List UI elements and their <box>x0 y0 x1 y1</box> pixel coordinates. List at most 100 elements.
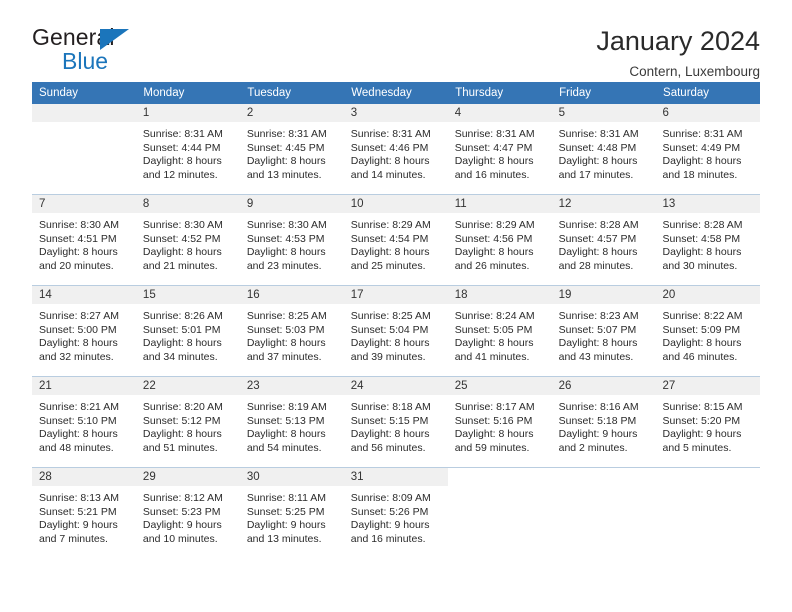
sunrise-text: Sunrise: 8:26 AM <box>142 310 223 322</box>
calendar-page: General Blue January 2024 Contern, Luxem… <box>0 0 792 612</box>
sunset-text: Sunset: 5:09 PM <box>662 323 741 336</box>
day-cell[interactable]: 31 Sunrise: 8:09 AM Sunset: 5:26 PM Dayligh… <box>343 467 448 558</box>
day-cell[interactable]: 23 Sunrise: 8:19 AM Sunset: 5:13 PM Dayligh… <box>239 376 344 468</box>
day-cell[interactable]: 30 Sunrise: 8:11 AM Sunset: 5:25 PM Dayligh… <box>239 467 344 558</box>
day-number: 17 <box>343 286 448 304</box>
day-cell[interactable]: 1 Sunrise: 8:31 AM Sunset: 4:44 PM Daylight… <box>135 104 240 195</box>
sunrise-text: Sunrise: 8:20 AM <box>142 401 223 413</box>
day-info: Sunrise: 8:26 AM Sunset: 5:01 PM Daylight:… <box>136 304 240 364</box>
daylight-text-line1: Daylight: 8 hours <box>350 246 430 259</box>
day-cell[interactable]: 7 Sunrise: 8:30 AM Sunset: 4:51 PM Daylight… <box>32 194 136 286</box>
day-cell[interactable]: 26 Sunrise: 8:16 AM Sunset: 5:18 PM Dayligh… <box>551 376 656 468</box>
day-cell[interactable]: 5 Sunrise: 8:31 AM Sunset: 4:48 PM Daylight… <box>551 104 656 195</box>
day-cell[interactable]: 19 Sunrise: 8:23 AM Sunset: 5:07 PM Dayligh… <box>551 285 656 377</box>
sunset-text: Sunset: 5:20 PM <box>662 414 741 427</box>
day-info: Sunrise: 8:29 AM Sunset: 4:54 PM Daylight:… <box>344 213 448 273</box>
daylight-text-line1: Daylight: 9 hours <box>39 519 118 532</box>
day-cell[interactable]: 4 Sunrise: 8:31 AM Sunset: 4:47 PM Daylight… <box>447 104 552 195</box>
sunrise-text: Sunrise: 8:28 AM <box>558 219 639 231</box>
daylight-text-line2: and 37 minutes. <box>246 350 322 363</box>
day-info: Sunrise: 8:31 AM Sunset: 4:49 PM Daylight:… <box>656 122 760 182</box>
daylight-text-line1: Daylight: 8 hours <box>350 337 430 350</box>
day-cell[interactable]: 17 Sunrise: 8:25 AM Sunset: 5:04 PM Dayligh… <box>343 285 448 377</box>
day-info: Sunrise: 8:30 AM Sunset: 4:53 PM Daylight:… <box>240 213 344 273</box>
day-cell[interactable]: 9 Sunrise: 8:30 AM Sunset: 4:53 PM Daylight… <box>239 194 344 286</box>
sunrise-text: Sunrise: 8:29 AM <box>350 219 431 231</box>
week-row: 28 Sunrise: 8:13 AM Sunset: 5:21 PM Dayligh… <box>32 467 760 558</box>
day-cell[interactable]: 14 Sunrise: 8:27 AM Sunset: 5:00 PM Dayligh… <box>32 285 136 377</box>
day-cell[interactable]: 6 Sunrise: 8:31 AM Sunset: 4:49 PM Daylight… <box>655 104 760 195</box>
sunset-text: Sunset: 4:53 PM <box>246 232 325 245</box>
day-number: 21 <box>32 377 136 395</box>
day-info: Sunrise: 8:30 AM Sunset: 4:52 PM Daylight:… <box>136 213 240 273</box>
brand-logo[interactable]: General Blue <box>32 26 232 78</box>
day-cell[interactable]: 25 Sunrise: 8:17 AM Sunset: 5:16 PM Dayligh… <box>447 376 552 468</box>
day-info: Sunrise: 8:16 AM Sunset: 5:18 PM Daylight:… <box>552 395 656 455</box>
day-number: 30 <box>239 468 344 486</box>
daylight-text-line2: and 28 minutes. <box>558 259 634 272</box>
daylight-text-line1: Daylight: 9 hours <box>142 519 222 532</box>
day-number: 6 <box>655 104 760 122</box>
day-number: 19 <box>551 286 656 304</box>
day-cell[interactable]: 28 Sunrise: 8:13 AM Sunset: 5:21 PM Dayligh… <box>32 467 136 558</box>
day-cell[interactable]: 18 Sunrise: 8:24 AM Sunset: 5:05 PM Dayligh… <box>447 285 552 377</box>
day-cell[interactable]: 12 Sunrise: 8:28 AM Sunset: 4:57 PM Dayligh… <box>551 194 656 286</box>
sunrise-text: Sunrise: 8:31 AM <box>350 128 431 140</box>
sunrise-text: Sunrise: 8:30 AM <box>39 219 119 231</box>
sunrise-text: Sunrise: 8:27 AM <box>39 310 119 322</box>
day-cell[interactable]: 15 Sunrise: 8:26 AM Sunset: 5:01 PM Dayligh… <box>135 285 240 377</box>
weekday-header-wednesday: Wednesday <box>343 82 449 104</box>
day-cell[interactable] <box>551 467 656 558</box>
day-number: 14 <box>32 286 136 304</box>
day-cell[interactable]: 24 Sunrise: 8:18 AM Sunset: 5:15 PM Dayligh… <box>343 376 448 468</box>
day-cell[interactable]: 16 Sunrise: 8:25 AM Sunset: 5:03 PM Dayligh… <box>239 285 344 377</box>
week-row: 14 Sunrise: 8:27 AM Sunset: 5:00 PM Dayligh… <box>32 285 760 377</box>
day-cell[interactable]: 11 Sunrise: 8:29 AM Sunset: 4:56 PM Dayligh… <box>447 194 552 286</box>
sunset-text: Sunset: 5:04 PM <box>350 323 429 336</box>
sunrise-text: Sunrise: 8:30 AM <box>142 219 223 231</box>
weekday-header-tuesday: Tuesday <box>239 82 345 104</box>
day-info: Sunrise: 8:31 AM Sunset: 4:48 PM Daylight:… <box>552 122 656 182</box>
day-cell[interactable]: 20 Sunrise: 8:22 AM Sunset: 5:09 PM Dayligh… <box>655 285 760 377</box>
sunrise-text: Sunrise: 8:30 AM <box>246 219 327 231</box>
day-cell[interactable] <box>447 467 552 558</box>
day-info: Sunrise: 8:25 AM Sunset: 5:04 PM Daylight:… <box>344 304 448 364</box>
sunrise-text: Sunrise: 8:18 AM <box>350 401 431 413</box>
day-info: Sunrise: 8:13 AM Sunset: 5:21 PM Daylight:… <box>32 486 136 546</box>
day-info: Sunrise: 8:23 AM Sunset: 5:07 PM Daylight:… <box>552 304 656 364</box>
day-cell[interactable]: 13 Sunrise: 8:28 AM Sunset: 4:58 PM Dayligh… <box>655 194 760 286</box>
day-number: 1 <box>135 104 240 122</box>
daylight-text-line2: and 17 minutes. <box>558 168 634 181</box>
day-cell[interactable]: 29 Sunrise: 8:12 AM Sunset: 5:23 PM Dayligh… <box>135 467 240 558</box>
page-header: General Blue January 2024 Contern, Luxem… <box>32 0 760 80</box>
calendar-body: 1 Sunrise: 8:31 AM Sunset: 4:44 PM Daylight… <box>32 104 760 558</box>
daylight-text-line1: Daylight: 8 hours <box>142 428 222 441</box>
weekday-header-friday: Friday <box>551 82 657 104</box>
day-number: 28 <box>32 468 136 486</box>
sunrise-text: Sunrise: 8:21 AM <box>39 401 119 413</box>
daylight-text-line2: and 34 minutes. <box>142 350 218 363</box>
day-cell[interactable] <box>32 104 136 195</box>
weekday-header-thursday: Thursday <box>447 82 553 104</box>
day-cell[interactable] <box>655 467 760 558</box>
day-info: Sunrise: 8:28 AM Sunset: 4:57 PM Daylight:… <box>552 213 656 273</box>
sunrise-text: Sunrise: 8:19 AM <box>246 401 327 413</box>
daylight-text-line1: Daylight: 8 hours <box>454 246 534 259</box>
day-cell[interactable]: 8 Sunrise: 8:30 AM Sunset: 4:52 PM Daylight… <box>135 194 240 286</box>
day-number: 9 <box>239 195 344 213</box>
day-number <box>32 104 136 122</box>
daylight-text-line1: Daylight: 8 hours <box>142 155 222 168</box>
day-cell[interactable]: 10 Sunrise: 8:29 AM Sunset: 4:54 PM Dayligh… <box>343 194 448 286</box>
daylight-text-line2: and 5 minutes. <box>662 441 732 454</box>
daylight-text-line2: and 25 minutes. <box>350 259 426 272</box>
calendar-table: Sunday Monday Tuesday Wednesday Thursday… <box>32 82 760 558</box>
day-cell[interactable]: 3 Sunrise: 8:31 AM Sunset: 4:46 PM Daylight… <box>343 104 448 195</box>
sunrise-text: Sunrise: 8:31 AM <box>662 128 743 140</box>
day-cell[interactable]: 22 Sunrise: 8:20 AM Sunset: 5:12 PM Dayligh… <box>135 376 240 468</box>
day-cell[interactable]: 2 Sunrise: 8:31 AM Sunset: 4:45 PM Daylight… <box>239 104 344 195</box>
daylight-text-line1: Daylight: 8 hours <box>558 246 638 259</box>
day-cell[interactable]: 27 Sunrise: 8:15 AM Sunset: 5:20 PM Dayligh… <box>655 376 760 468</box>
day-cell[interactable]: 21 Sunrise: 8:21 AM Sunset: 5:10 PM Dayligh… <box>32 376 136 468</box>
sunrise-text: Sunrise: 8:25 AM <box>246 310 327 322</box>
day-info: Sunrise: 8:17 AM Sunset: 5:16 PM Daylight:… <box>448 395 552 455</box>
